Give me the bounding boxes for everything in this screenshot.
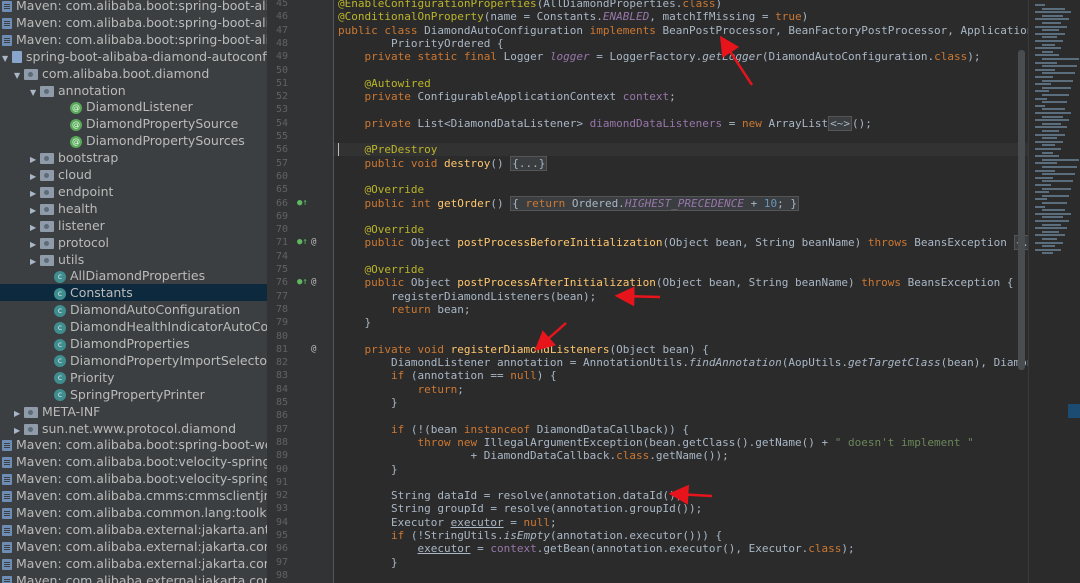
arrow-register-call bbox=[614, 286, 661, 307]
run-icon[interactable]: ●↑ bbox=[297, 197, 308, 210]
override-at-icon[interactable]: @ bbox=[311, 236, 316, 249]
annotation-arrows bbox=[534, 35, 754, 505]
text-caret bbox=[338, 143, 339, 157]
override-at-icon[interactable]: @ bbox=[311, 343, 316, 356]
arrow-register-method bbox=[534, 322, 567, 351]
arrow-dataid bbox=[668, 484, 713, 505]
override-at-icon[interactable]: @ bbox=[311, 276, 316, 289]
run-icon[interactable]: ●↑ bbox=[297, 236, 308, 249]
arrow-beanpostprocessor bbox=[719, 35, 754, 86]
run-icon[interactable]: ●↑ bbox=[297, 276, 308, 289]
